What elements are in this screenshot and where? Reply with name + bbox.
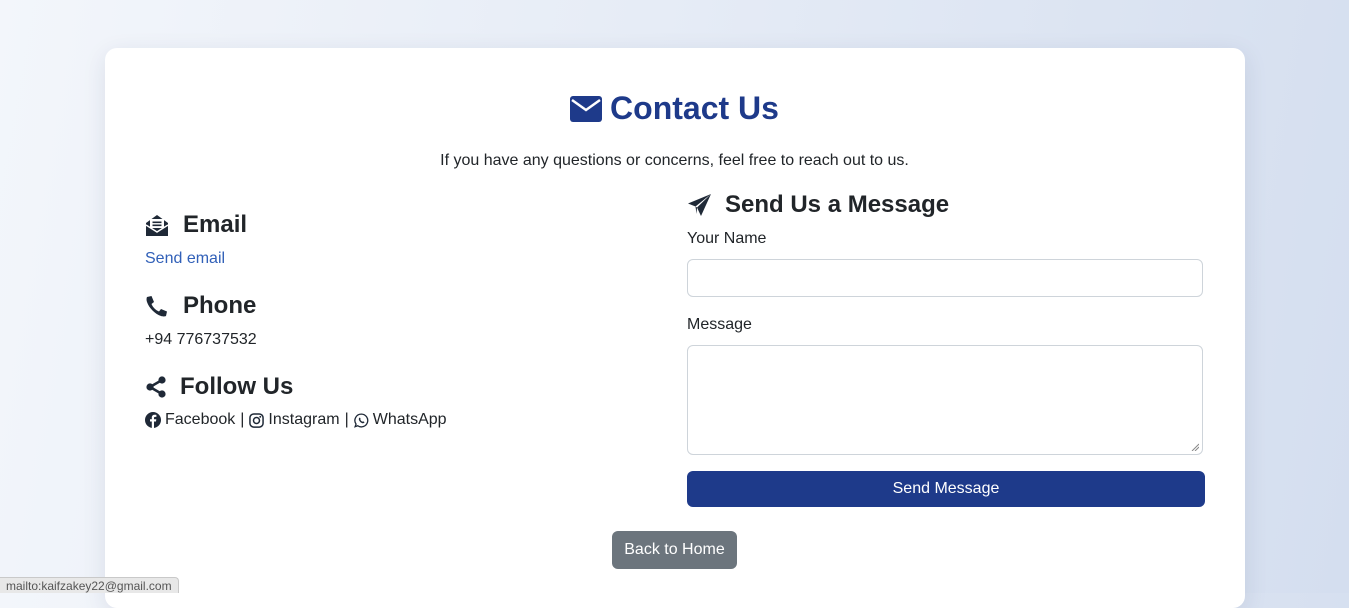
message-label: Message (687, 316, 752, 333)
page-subtitle: If you have any questions or concerns, f… (440, 152, 909, 169)
name-input[interactable] (687, 259, 1203, 297)
back-to-home-button[interactable]: Back to Home (612, 531, 737, 569)
send-message-button[interactable]: Send Message (687, 471, 1205, 507)
instagram-label: Instagram (268, 411, 340, 428)
envelope-open-icon (145, 215, 169, 236)
facebook-label: Facebook (165, 411, 236, 428)
contact-card (105, 48, 1245, 608)
message-textarea[interactable] (687, 345, 1203, 455)
whatsapp-icon (353, 412, 369, 428)
instagram-icon (249, 412, 265, 428)
send-email-link[interactable]: Send email (145, 250, 225, 268)
email-heading: Email (145, 209, 247, 241)
form-heading: Send Us a Message (687, 189, 949, 221)
facebook-icon (145, 412, 161, 428)
follow-heading: Follow Us (145, 371, 293, 403)
resize-handle-icon[interactable] (1191, 443, 1199, 451)
page-title-text: Contact Us (610, 90, 779, 126)
social-links: Facebook | Instagram | WhatsApp (145, 411, 447, 429)
separator: | (344, 411, 349, 428)
phone-icon (146, 296, 167, 317)
name-label: Your Name (687, 230, 767, 247)
envelope-icon (570, 91, 603, 131)
instagram-link[interactable]: Instagram (249, 411, 340, 429)
follow-heading-text: Follow Us (180, 373, 294, 400)
phone-heading-text: Phone (183, 292, 257, 319)
paper-plane-icon (688, 194, 711, 216)
phone-number: +94 776737532 (145, 331, 257, 348)
email-heading-text: Email (183, 211, 248, 238)
share-icon (146, 376, 166, 398)
separator: | (240, 411, 245, 428)
page-title: Contact Us (0, 88, 1349, 131)
link-preview-statusbar: mailto:kaifzakey22@gmail.com (0, 577, 179, 593)
whatsapp-link[interactable]: WhatsApp (353, 411, 447, 429)
phone-heading: Phone (145, 290, 256, 322)
form-heading-text: Send Us a Message (725, 191, 950, 218)
facebook-link[interactable]: Facebook (145, 411, 235, 429)
whatsapp-label: WhatsApp (372, 411, 447, 428)
